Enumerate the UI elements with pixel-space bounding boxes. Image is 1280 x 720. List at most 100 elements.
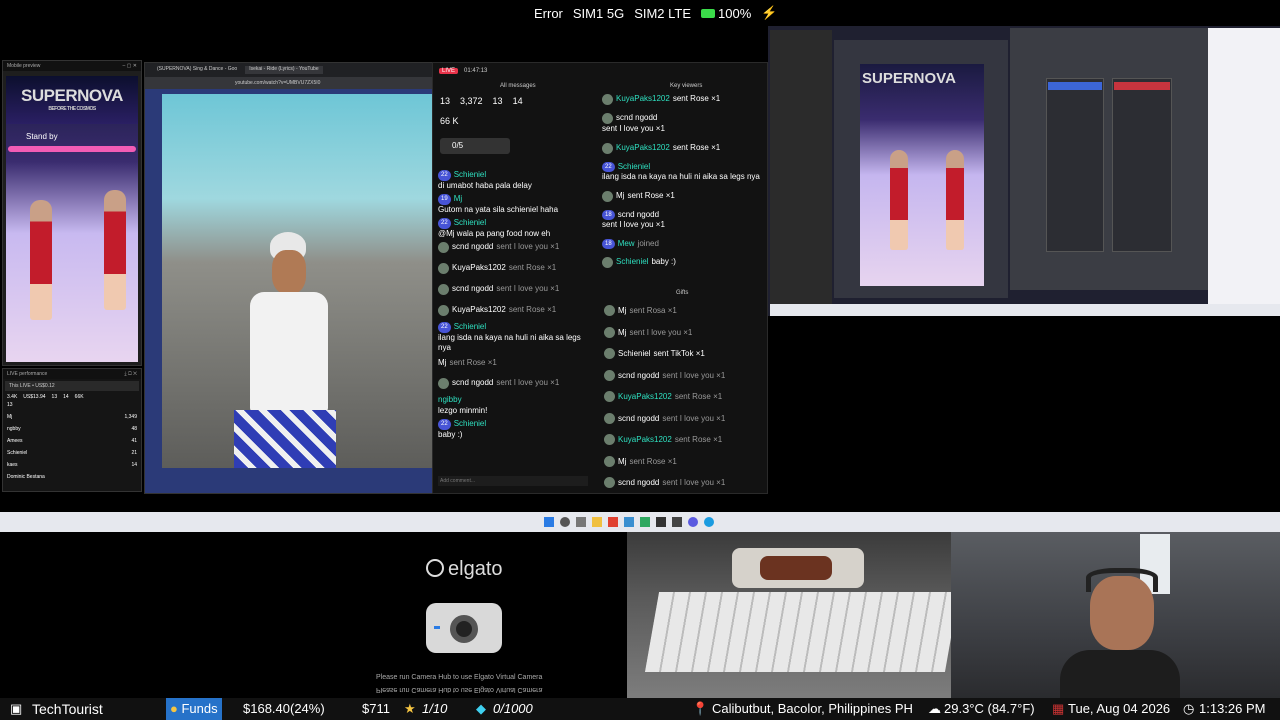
chat-user[interactable]: Schieniel: [454, 419, 486, 430]
chat-user[interactable]: scnd ngodd: [618, 371, 659, 380]
row-val: 21: [131, 450, 137, 456]
sim1-text: SIM1 5G: [572, 5, 625, 21]
app-icon[interactable]: [640, 517, 650, 527]
chat-text: sent Rose ×1: [449, 357, 497, 367]
this-live-label: This LIVE • US$0.12: [5, 381, 139, 391]
chat-user[interactable]: Schieniel: [454, 170, 486, 181]
list-item: KuyaPaks1202 sent Rose ×1: [602, 94, 764, 105]
avatar: [438, 284, 449, 295]
browser-tab[interactable]: (SUPERNOVA) Sing & Dance - Goo: [157, 66, 237, 74]
stat-gifters: 14: [512, 96, 523, 106]
chat-user[interactable]: ngibby: [438, 395, 462, 406]
chat-user[interactable]: Schieniel: [618, 349, 650, 358]
list-item: scnd ngodd sent I love you ×1: [604, 408, 764, 430]
chat-user[interactable]: KuyaPaks1202: [452, 305, 506, 316]
app-icon[interactable]: [688, 517, 698, 527]
live-badge: LIVE: [439, 68, 459, 74]
stat-total: 3,372: [460, 96, 483, 106]
chat-text: ilang isda na kaya na huli ni aika sa le…: [438, 332, 581, 353]
chat-user[interactable]: Schieniel: [454, 218, 486, 229]
search-icon[interactable]: [560, 517, 570, 527]
address-bar[interactable]: youtube.com/watch?v=UMBVU7ZX5I0: [145, 77, 439, 89]
app-icon[interactable]: [704, 517, 714, 527]
row-val: 14: [131, 462, 137, 468]
window-controls[interactable]: – ▢ ✕: [123, 63, 137, 69]
performer-2: [104, 190, 126, 310]
channel-name: TechTourist: [32, 701, 103, 717]
chat-text: sent Rose ×1: [674, 435, 723, 445]
person-shirt: [250, 292, 328, 412]
banner-title: SUPERNOVA: [21, 86, 123, 105]
chat-user[interactable]: scnd ngodd: [616, 113, 657, 124]
chat-user[interactable]: scnd ngodd: [452, 378, 493, 389]
chat-text: sent I love you ×1: [662, 478, 726, 488]
perf-stats: 3.4K US$13.94 13 14 66K: [3, 393, 141, 401]
chat-user[interactable]: KuyaPaks1202: [452, 263, 506, 274]
twitch-icon: ▣: [10, 701, 23, 716]
chat-user[interactable]: Mj: [618, 328, 626, 337]
chat-user[interactable]: KuyaPaks1202: [616, 94, 670, 105]
chat-user[interactable]: scnd ngodd: [618, 478, 659, 487]
task-view-icon[interactable]: [576, 517, 586, 527]
clock-icon: ◷: [1183, 701, 1195, 716]
time-text: 1:13:26 PM: [1199, 701, 1266, 716]
chat-user[interactable]: Mj: [454, 194, 462, 205]
pin-icon: 📍: [692, 701, 709, 716]
chat-user[interactable]: Mj: [438, 358, 446, 369]
charging-icon: ⚡: [761, 5, 778, 20]
chat-text: sent I love you ×1: [496, 378, 560, 388]
window-controls[interactable]: ⤓ ▢ ✕: [124, 371, 137, 377]
browser-icon[interactable]: [608, 517, 618, 527]
settings-button-right[interactable]: [1114, 82, 1170, 90]
funds-label: Funds: [181, 701, 218, 716]
chat-user[interactable]: scnd ngodd: [618, 210, 659, 221]
date-text: Tue, Aug 04 2026: [1068, 701, 1171, 716]
settings-pane-right: [1112, 78, 1172, 252]
chat-text: sent Rose ×1: [674, 392, 723, 402]
goal-progress[interactable]: 0/5: [440, 138, 510, 154]
app-icon[interactable]: [656, 517, 666, 527]
chat-user[interactable]: Schieniel: [454, 322, 486, 333]
chat-text: sent Rose ×1: [672, 94, 721, 104]
comment-input[interactable]: Add comment...: [438, 476, 588, 486]
chat-user[interactable]: KuyaPaks1202: [618, 435, 672, 444]
chat-user[interactable]: KuyaPaks1202: [618, 392, 672, 401]
app-icon[interactable]: [624, 517, 634, 527]
settings-window: [1010, 28, 1208, 290]
file-explorer-icon[interactable]: [592, 517, 602, 527]
chat-user[interactable]: scnd ngodd: [452, 242, 493, 253]
chat-user[interactable]: Mew: [618, 239, 635, 250]
live-perf-titlebar: LIVE performance ⤓ ▢ ✕: [3, 369, 141, 379]
windows-start-icon[interactable]: [544, 517, 554, 527]
list-item: Schieniel baby :): [602, 257, 764, 268]
chat-user[interactable]: Schieniel: [618, 162, 650, 173]
chat-text: di umabot haba pala delay: [438, 180, 532, 190]
rating-value: 1/10: [422, 701, 448, 716]
battery-indicator: 100%: [701, 6, 751, 21]
browser-tab[interactable]: Isekai - Ride (Lyrics) - YouTube: [245, 66, 323, 74]
settings-button-left[interactable]: [1048, 82, 1102, 90]
row-name: Amees: [7, 438, 23, 444]
chat-user[interactable]: Mj: [618, 457, 626, 466]
chat-text: sent Rose ×1: [627, 190, 675, 200]
avatar: [604, 412, 615, 424]
chat-user[interactable]: scnd ngodd: [618, 414, 659, 423]
funds-icon: ●: [170, 701, 178, 716]
app-icon[interactable]: [672, 517, 682, 527]
chat-user[interactable]: Mj: [616, 191, 624, 202]
avatar: [604, 391, 615, 403]
live-stats: 13 3,372 13 14: [440, 96, 523, 106]
chat-user[interactable]: KuyaPaks1202: [616, 143, 670, 154]
row-val: 1,349: [124, 414, 137, 420]
stream-overlay-bar: ▣ TechTourist ● Funds $168.40(24%) $711 …: [0, 698, 1280, 720]
list-item: scnd ngodd sent I love you ×1: [438, 378, 594, 389]
chat-text: sent I love you ×1: [662, 413, 726, 423]
battery-text: 100%: [718, 5, 752, 21]
chat-user[interactable]: scnd ngodd: [452, 284, 493, 295]
table-row: Schieniel 21: [7, 447, 137, 459]
chat-user[interactable]: Mj: [618, 306, 626, 315]
chat-user[interactable]: Schieniel: [616, 257, 648, 268]
studio-performer-2: [946, 150, 964, 250]
headphones: [1086, 568, 1158, 592]
list-item: 22 Schieniel di umabot haba pala delay: [438, 170, 594, 191]
